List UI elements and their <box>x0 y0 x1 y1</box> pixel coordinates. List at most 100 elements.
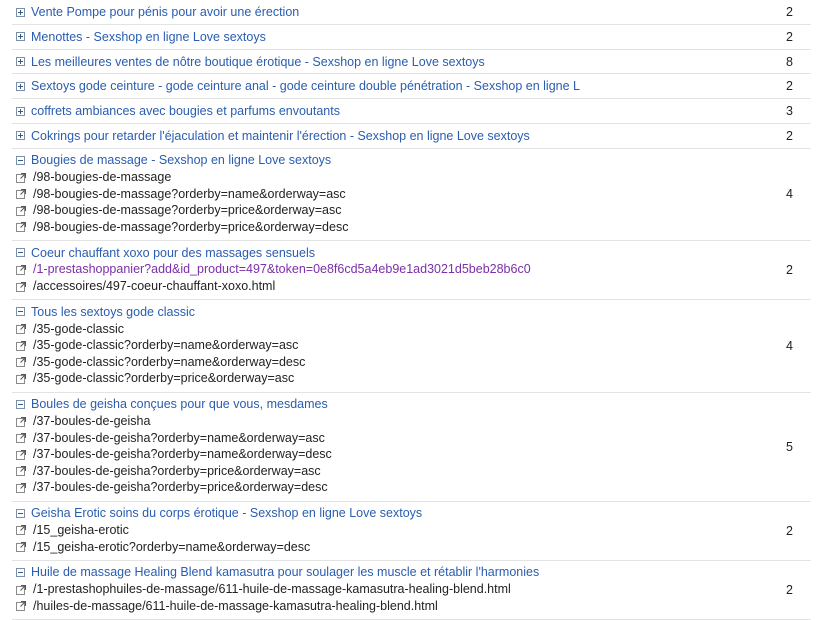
group-title-link[interactable]: coffrets ambiances avec bougies et parfu… <box>31 104 340 118</box>
url-item: /1-prestashophuiles-de-massage/611-huile… <box>12 581 811 598</box>
url-item: /98-bougies-de-massage?orderby=name&orde… <box>12 185 811 202</box>
url-link[interactable]: /98-bougies-de-massage?orderby=name&orde… <box>33 187 346 201</box>
external-link-icon[interactable] <box>16 373 27 384</box>
group-header: Menottes - Sexshop en ligne Love sextoys <box>12 25 811 49</box>
group-header: Vente Pompe pour pénis pour avoir une ér… <box>12 0 811 24</box>
external-link-icon[interactable] <box>16 172 27 183</box>
group-header: Cokrings pour retarder l'éjaculation et … <box>12 124 811 148</box>
page-group-row: Vente Pompe pour pénis pour avoir une ér… <box>12 0 811 25</box>
url-link[interactable]: /37-boules-de-geisha?orderby=name&orderw… <box>33 447 332 461</box>
url-link[interactable]: /37-boules-de-geisha <box>33 414 150 428</box>
url-link[interactable]: /15_geisha-erotic <box>33 523 129 537</box>
external-link-icon[interactable] <box>16 584 27 595</box>
group-count: 4 <box>786 339 793 354</box>
external-link-icon[interactable] <box>16 340 27 351</box>
group-header: Geisha Erotic soins du corps érotique - … <box>12 505 811 522</box>
url-link[interactable]: /35-gode-classic?orderby=name&orderway=d… <box>33 355 305 369</box>
url-item: /35-gode-classic?orderby=name&orderway=d… <box>12 354 811 371</box>
collapse-icon[interactable] <box>16 155 25 165</box>
external-link-icon[interactable] <box>16 281 27 292</box>
expand-icon[interactable] <box>16 106 25 116</box>
group-title-link[interactable]: Tous les sextoys gode classic <box>31 305 195 319</box>
group-title-link[interactable]: Sextoys gode ceinture - gode ceinture an… <box>31 79 580 93</box>
group-header: Les meilleures ventes de nôtre boutique … <box>12 50 811 74</box>
url-link[interactable]: /37-boules-de-geisha?orderby=price&order… <box>33 480 328 494</box>
external-link-icon[interactable] <box>16 356 27 368</box>
url-link[interactable]: /35-gode-classic?orderby=name&orderway=a… <box>33 338 298 352</box>
group-header: Sextoys gode ceinture - gode ceinture an… <box>12 74 811 98</box>
external-link-icon[interactable] <box>16 221 27 233</box>
group-title-link[interactable]: Cokrings pour retarder l'éjaculation et … <box>31 129 530 143</box>
external-link-icon[interactable] <box>16 323 27 335</box>
collapse-icon[interactable] <box>16 567 25 577</box>
external-link-icon[interactable] <box>16 264 27 275</box>
url-item: /35-gode-classic <box>12 320 811 337</box>
group-count: 2 <box>786 29 793 44</box>
url-link[interactable]: /1-prestashophuiles-de-massage/611-huile… <box>33 582 511 596</box>
page-group-row: Sextoys gode ceinture - gode ceinture an… <box>12 74 811 100</box>
external-link-icon[interactable] <box>16 600 27 612</box>
external-link-icon[interactable] <box>16 416 27 427</box>
url-item: /35-gode-classic?orderby=price&orderway=… <box>12 370 811 387</box>
url-item: /37-boules-de-geisha?orderby=price&order… <box>12 463 811 480</box>
group-title-link[interactable]: Menottes - Sexshop en ligne Love sextoys <box>31 30 266 44</box>
external-link-icon[interactable] <box>16 465 27 477</box>
expand-icon[interactable] <box>16 7 25 17</box>
external-link-icon[interactable] <box>16 482 27 493</box>
url-item: /37-boules-de-geisha?orderby=name&orderw… <box>12 446 811 463</box>
external-link-icon[interactable] <box>16 541 27 553</box>
url-link[interactable]: /15_geisha-erotic?orderby=name&orderway=… <box>33 540 310 554</box>
external-link-icon[interactable] <box>16 449 27 460</box>
url-link[interactable]: /98-bougies-de-massage <box>33 170 171 184</box>
url-item: /98-bougies-de-massage <box>12 169 811 186</box>
group-title-link[interactable]: Les meilleures ventes de nôtre boutique … <box>31 55 485 69</box>
collapse-icon[interactable] <box>16 399 25 409</box>
group-title-link[interactable]: Vente Pompe pour pénis pour avoir une ér… <box>31 5 299 19</box>
page-group-row: coffrets ambiances avec bougies et parfu… <box>12 99 811 124</box>
collapse-icon[interactable] <box>16 307 25 317</box>
url-link[interactable]: /98-bougies-de-massage?orderby=price&ord… <box>33 220 348 234</box>
url-link[interactable]: /1-prestashoppanier?add&id_product=497&t… <box>33 262 531 276</box>
url-link[interactable]: /35-gode-classic <box>33 322 124 336</box>
group-count: 2 <box>786 523 793 538</box>
url-item: /37-boules-de-geisha?orderby=price&order… <box>12 479 811 496</box>
expand-icon[interactable] <box>16 32 25 42</box>
url-item: /15_geisha-erotic <box>12 522 811 539</box>
page-group-row: Tous les sextoys gode classic/35-gode-cl… <box>12 300 811 393</box>
url-item: /98-bougies-de-massage?orderby=price&ord… <box>12 202 811 219</box>
page-group-row: Geisha Erotic soins du corps érotique - … <box>12 502 811 561</box>
url-link[interactable]: /37-boules-de-geisha?orderby=price&order… <box>33 464 321 478</box>
group-count: 2 <box>786 263 793 278</box>
group-title-link[interactable]: Huile de massage Healing Blend kamasutra… <box>31 565 539 579</box>
collapse-icon[interactable] <box>16 248 25 258</box>
expand-icon[interactable] <box>16 81 25 91</box>
external-link-icon[interactable] <box>16 205 27 216</box>
url-link[interactable]: /98-bougies-de-massage?orderby=price&ord… <box>33 203 342 217</box>
page-group-row: Cokrings pour retarder l'éjaculation et … <box>12 124 811 149</box>
url-item: /35-gode-classic?orderby=name&orderway=a… <box>12 337 811 354</box>
group-title-link[interactable]: Coeur chauffant xoxo pour des massages s… <box>31 246 315 260</box>
page-group-row: Menottes - Sexshop en ligne Love sextoys… <box>12 25 811 50</box>
expand-icon[interactable] <box>16 57 25 67</box>
external-link-icon[interactable] <box>16 524 27 536</box>
url-link[interactable]: /35-gode-classic?orderby=price&orderway=… <box>33 371 294 385</box>
page-group-row: Huile de massage Healing Blend kamasutra… <box>12 561 811 620</box>
group-count: 5 <box>786 439 793 454</box>
group-count: 2 <box>786 128 793 143</box>
url-link[interactable]: /37-boules-de-geisha?orderby=name&orderw… <box>33 431 325 445</box>
external-link-icon[interactable] <box>16 432 27 444</box>
group-title-link[interactable]: Geisha Erotic soins du corps érotique - … <box>31 506 422 520</box>
page-group-row: Boules de geisha conçues pour que vous, … <box>12 393 811 502</box>
external-link-icon[interactable] <box>16 188 27 200</box>
group-title-link[interactable]: Bougies de massage - Sexshop en ligne Lo… <box>31 153 331 167</box>
url-item: /accessoires/497-coeur-chauffant-xoxo.ht… <box>12 278 811 295</box>
group-count: 2 <box>786 79 793 94</box>
url-link[interactable]: /huiles-de-massage/611-huile-de-massage-… <box>33 599 438 613</box>
url-link[interactable]: /accessoires/497-coeur-chauffant-xoxo.ht… <box>33 279 275 293</box>
url-item: /15_geisha-erotic?orderby=name&orderway=… <box>12 538 811 555</box>
group-title-link[interactable]: Boules de geisha conçues pour que vous, … <box>31 397 328 411</box>
group-header: Coeur chauffant xoxo pour des massages s… <box>12 244 811 261</box>
page-group-row: Coeur chauffant xoxo pour des massages s… <box>12 241 811 301</box>
collapse-icon[interactable] <box>16 508 25 518</box>
expand-icon[interactable] <box>16 131 25 141</box>
